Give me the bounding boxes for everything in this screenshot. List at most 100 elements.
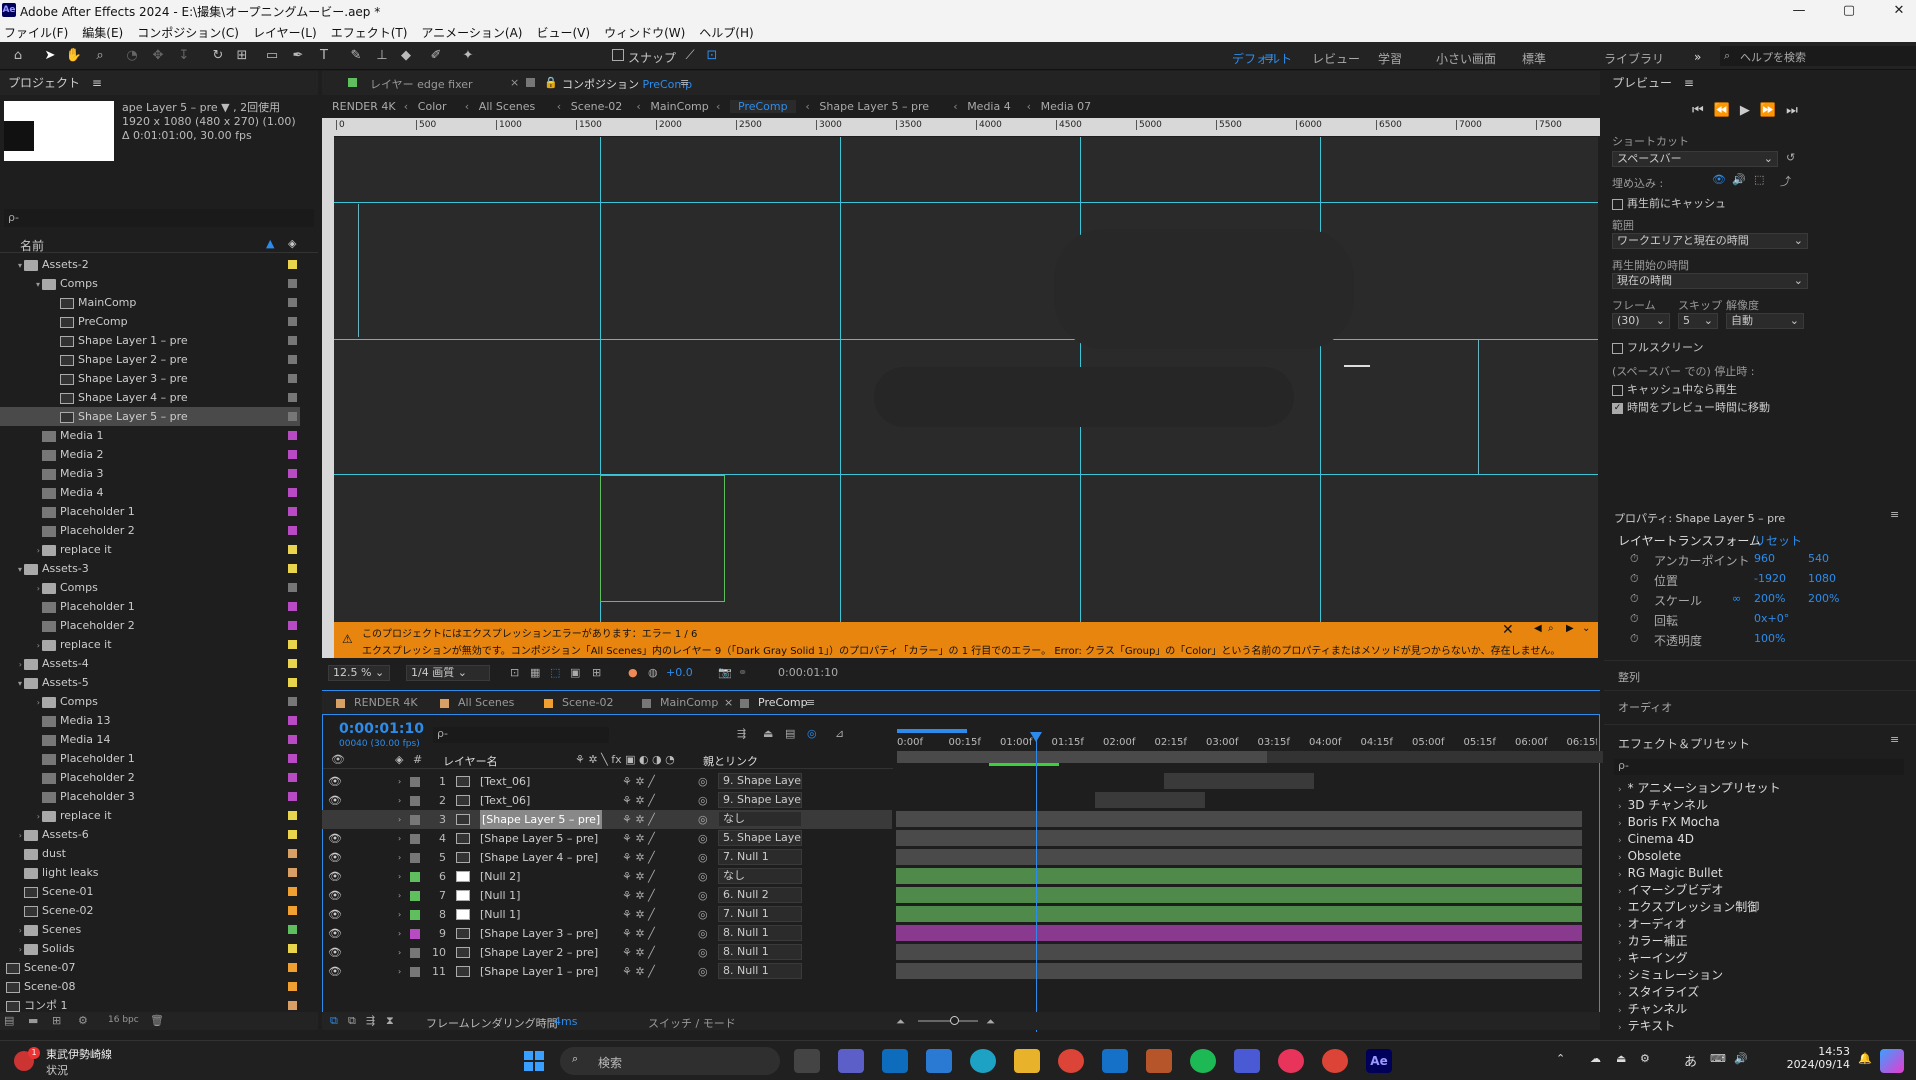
- label-color-swatch[interactable]: [288, 887, 297, 896]
- ime-indicator[interactable]: あ: [1684, 1051, 1697, 1070]
- label-color-swatch[interactable]: [288, 735, 297, 744]
- parent-dropdown[interactable]: 5. Shape Laye: [718, 830, 802, 846]
- layer-name[interactable]: [Null 1]: [480, 905, 520, 924]
- zoom-in-icon[interactable]: ⏶: [986, 1015, 995, 1029]
- network-icon[interactable]: ⌨: [1710, 1052, 1726, 1065]
- layer-duration-bar[interactable]: [896, 830, 1582, 846]
- anchor-tool-icon[interactable]: ⊞: [232, 46, 252, 66]
- label-color-swatch[interactable]: [288, 792, 297, 801]
- prev-frame-icon[interactable]: ⏪: [1714, 103, 1740, 118]
- eraser-tool-icon[interactable]: ◆: [396, 46, 416, 66]
- pen-tool-icon[interactable]: ✒: [288, 46, 308, 66]
- timeline-tab[interactable]: Scene-02: [562, 696, 614, 709]
- play-icon[interactable]: ▶: [1740, 103, 1760, 118]
- parent-dropdown[interactable]: 7. Null 1: [718, 906, 802, 922]
- pickwhip-icon[interactable]: ◎: [698, 772, 708, 791]
- effect-category[interactable]: › 3D チャンネル: [1618, 797, 1708, 814]
- layer-switches[interactable]: ⚘ ✲ ╱: [622, 924, 655, 943]
- motion-blur-icon[interactable]: ◎: [807, 727, 817, 740]
- effect-category[interactable]: › Obsolete: [1618, 848, 1681, 865]
- expand-toggle-icon[interactable]: ›: [0, 636, 42, 655]
- label-color-swatch[interactable]: [288, 811, 297, 820]
- expand-toggle-icon[interactable]: ›: [0, 921, 24, 940]
- label-color-swatch[interactable]: [288, 830, 297, 839]
- label-color-swatch[interactable]: [288, 602, 297, 611]
- property-value-1[interactable]: 100%: [1754, 632, 1785, 645]
- visibility-eye-icon[interactable]: 👁: [328, 924, 342, 943]
- app-icon-2[interactable]: [1102, 1049, 1128, 1073]
- zoom-out-icon[interactable]: ⏶: [896, 1015, 905, 1029]
- sort-asc-icon[interactable]: ▲: [266, 237, 274, 250]
- overlay-toggle-icon[interactable]: ⬚: [1754, 173, 1764, 186]
- pickwhip-icon[interactable]: ◎: [698, 924, 708, 943]
- tab-menu-icon[interactable]: ≡: [680, 76, 689, 89]
- rotate-tool-icon[interactable]: ↻: [208, 46, 228, 66]
- expand-toggle-icon[interactable]: ›: [398, 962, 401, 981]
- effect-category[interactable]: › シミュレーション: [1618, 967, 1723, 984]
- app-icon-3[interactable]: [1146, 1049, 1172, 1073]
- effect-category[interactable]: › * アニメーションプリセット: [1618, 780, 1781, 797]
- stopwatch-icon[interactable]: ⏱: [1630, 592, 1639, 606]
- project-item-footage[interactable]: Placeholder 2: [0, 768, 300, 787]
- pickwhip-icon[interactable]: ◎: [698, 943, 708, 962]
- first-frame-icon[interactable]: ⏮: [1692, 103, 1714, 118]
- move-time-option[interactable]: ✓ 時間をプレビュー時間に移動: [1612, 399, 1770, 415]
- in-out-icon[interactable]: ⇶: [366, 1014, 375, 1027]
- transparency-grid-icon[interactable]: ▦: [530, 666, 540, 679]
- reset-shortcut-icon[interactable]: ↺: [1786, 151, 1795, 164]
- expand-toggle-icon[interactable]: ›: [398, 772, 401, 791]
- menu-item[interactable]: アニメーション(A): [421, 24, 522, 41]
- layer-duration-bar[interactable]: [896, 887, 1582, 903]
- spotify-icon[interactable]: [1190, 1049, 1216, 1073]
- tab-menu-icon[interactable]: ≡: [806, 696, 815, 709]
- skip-dropdown[interactable]: 5 ⌄: [1678, 313, 1718, 329]
- expand-toggle-icon[interactable]: ›: [398, 924, 401, 943]
- hand-tool-icon[interactable]: ✋: [64, 46, 84, 66]
- start-time-dropdown[interactable]: 現在の時間 ⌄: [1612, 273, 1808, 289]
- chrome-icon[interactable]: [1058, 1049, 1084, 1073]
- effect-category[interactable]: › テキスト: [1618, 1018, 1675, 1035]
- label-color-swatch[interactable]: [288, 279, 297, 288]
- layer-name[interactable]: [Shape Layer 2 – pre]: [480, 943, 598, 962]
- visibility-eye-icon[interactable]: 👁: [328, 829, 342, 848]
- label-color-swatch[interactable]: [288, 336, 297, 345]
- expand-toggle-icon[interactable]: ›: [398, 829, 401, 848]
- exposure-value[interactable]: +0.0: [666, 666, 693, 679]
- expand-toggle-icon[interactable]: ›: [1618, 853, 1622, 863]
- expand-toggle-icon[interactable]: ›: [398, 886, 401, 905]
- effect-category[interactable]: › RG Magic Bullet: [1618, 865, 1723, 882]
- expand-toggle-icon[interactable]: ›: [0, 826, 24, 845]
- label-color-swatch[interactable]: [288, 754, 297, 763]
- project-item-folder[interactable]: ▾ Assets-5: [0, 673, 300, 692]
- timeline-tab[interactable]: All Scenes: [458, 696, 514, 709]
- clock[interactable]: 14:53 2024/09/14: [1768, 1045, 1850, 1071]
- expand-toggle-icon[interactable]: ›: [1618, 836, 1622, 846]
- menu-item[interactable]: ビュー(V): [536, 24, 590, 41]
- layer-switches[interactable]: ⚘ ✲ ╱: [622, 943, 655, 962]
- menu-item[interactable]: 編集(E): [82, 24, 123, 41]
- volume-icon[interactable]: 🔊: [1734, 1052, 1748, 1065]
- pickwhip-icon[interactable]: ◎: [698, 848, 708, 867]
- project-item-folder[interactable]: › replace it: [0, 806, 300, 825]
- layer-switches-icon[interactable]: ⧉: [330, 1014, 338, 1028]
- interpret-footage-icon[interactable]: ▤: [4, 1014, 14, 1027]
- layer-duration-bar[interactable]: [896, 849, 1582, 865]
- layer-row[interactable]: 👁 › 1 [Text_06] ⚘ ✲ ╱ ◎ 9. Shape Laye: [322, 772, 892, 791]
- effect-category[interactable]: › スタイライズ: [1618, 984, 1699, 1001]
- audio-panel[interactable]: オーディオ: [1604, 690, 1916, 718]
- layer-label-color[interactable]: [410, 948, 420, 958]
- project-item-footage[interactable]: Placeholder 1: [0, 597, 300, 616]
- project-item-folder[interactable]: › Solids: [0, 939, 300, 958]
- label-color-swatch[interactable]: [288, 412, 297, 421]
- export-icon[interactable]: ⤴: [1780, 173, 1791, 189]
- roto-tool-icon[interactable]: ✐: [426, 46, 446, 66]
- graph-editor-icon[interactable]: ⊿: [835, 727, 844, 740]
- pickwhip-icon[interactable]: ◎: [698, 867, 708, 886]
- expand-toggle-icon[interactable]: ›: [1618, 785, 1622, 795]
- label-color-swatch[interactable]: [288, 526, 297, 535]
- workspace-tab[interactable]: 標準: [1522, 50, 1546, 67]
- orbit-tool-icon[interactable]: ◔: [122, 46, 142, 66]
- snap-grid-icon[interactable]: ⊡: [702, 46, 722, 66]
- tab-layer-viewer[interactable]: レイヤー edge fixer: [370, 76, 473, 92]
- store-icon[interactable]: [926, 1049, 952, 1073]
